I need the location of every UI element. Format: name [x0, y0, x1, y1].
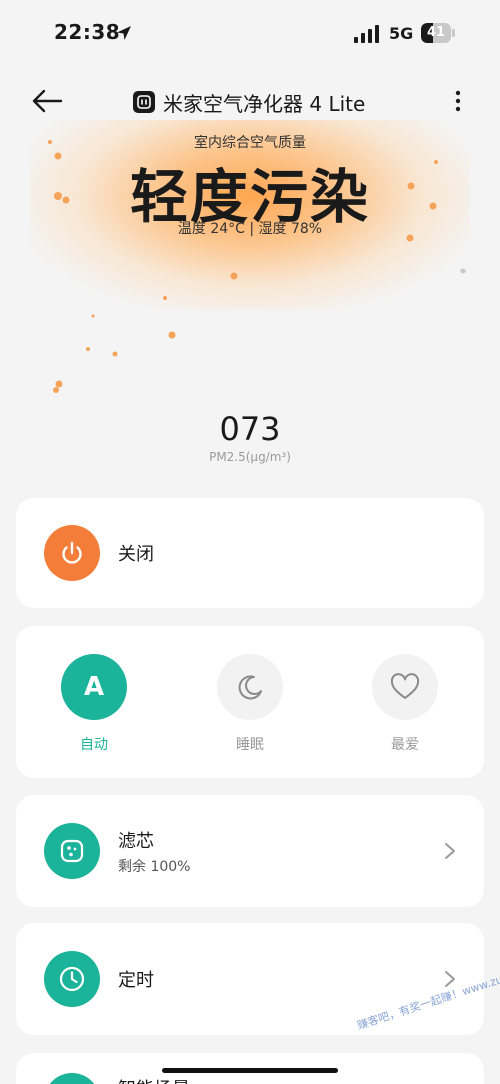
timer-title: 定时 [118, 970, 154, 991]
status-time: 22:38 [54, 20, 121, 44]
timer-icon-button [44, 951, 100, 1007]
filter-remaining: 剩余 100% [118, 859, 191, 875]
network-type: 5G [389, 24, 414, 43]
mode-sleep[interactable]: 睡眠 [205, 654, 295, 754]
power-icon [62, 541, 82, 564]
more-options-icon[interactable] [448, 86, 468, 116]
battery-icon: 41 [421, 23, 455, 43]
sleep-mode-button[interactable] [217, 654, 283, 720]
filter-card[interactable]: 滤芯 剩余 100% [16, 795, 484, 907]
mode-label-sleep: 睡眠 [236, 737, 264, 753]
filter-icon-button [44, 823, 100, 879]
battery-level: 41 [426, 25, 446, 40]
power-label: 关闭 [118, 544, 154, 565]
filter-title: 滤芯 [118, 831, 154, 852]
back-arrow-icon[interactable] [30, 86, 64, 116]
favorite-mode-button[interactable] [372, 654, 438, 720]
mode-label-auto: 自动 [80, 737, 108, 753]
device-title: 米家空气净化器 4 Lite [133, 88, 365, 116]
temperature-humidity: 温度 24°C | 湿度 78% [177, 221, 323, 237]
mijia-logo-icon [133, 91, 155, 113]
home-indicator[interactable] [162, 1068, 338, 1073]
top-nav: 米家空气净化器 4 Lite [0, 80, 500, 124]
status-bar: 22:38 5G 41 [0, 0, 500, 64]
app-screen: 22:38 5G 41 米家空气净化器 4 Lite 室内综合空气质量 轻度污染… [0, 0, 500, 1084]
power-button[interactable] [44, 525, 100, 581]
clock-icon [59, 966, 85, 992]
mode-label-favorite: 最爱 [391, 737, 419, 753]
pm25-unit: PM2.5(μg/m³) [209, 450, 291, 464]
filter-icon [60, 839, 84, 863]
power-card[interactable]: 关闭 [16, 498, 484, 608]
pm25-value: 073 [219, 410, 281, 448]
mode-auto[interactable]: A 自动 [49, 654, 139, 754]
heart-icon [390, 673, 420, 699]
location-arrow-icon [117, 26, 131, 40]
air-quality-hero: 室内综合空气质量 轻度污染 温度 24°C | 湿度 78% 073 PM2.5… [0, 120, 500, 480]
mode-card: A 自动 睡眠 最爱 [16, 626, 484, 778]
scene-title: 智能场景 [118, 1075, 190, 1084]
page-title: 米家空气净化器 4 Lite [163, 91, 366, 116]
timer-card[interactable]: 定时 [16, 923, 484, 1035]
auto-a-icon: A [83, 672, 105, 702]
air-quality-caption: 室内综合空气质量 [194, 135, 306, 151]
auto-mode-button[interactable]: A [61, 654, 127, 720]
mode-favorite[interactable]: 最爱 [360, 654, 450, 754]
scene-icon-button [44, 1073, 100, 1084]
signal-icon [354, 25, 379, 43]
chevron-right-icon [445, 843, 455, 859]
moon-icon [238, 675, 262, 700]
